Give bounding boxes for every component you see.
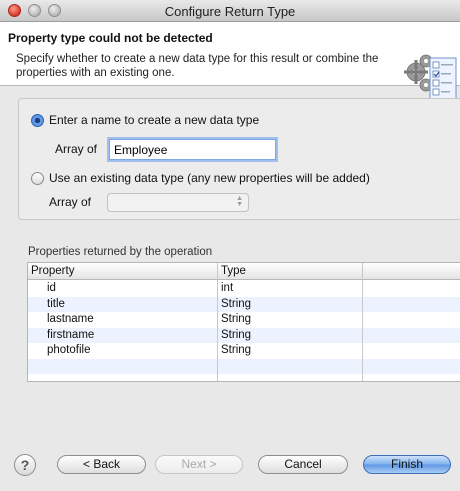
existing-type-select[interactable]: ▲ ▼ (107, 193, 249, 212)
type-cell: String (221, 344, 252, 356)
existing-type-label[interactable]: Use an existing data type (any new prope… (49, 171, 370, 185)
new-type-array-of-label: Array of (55, 142, 98, 156)
column-divider[interactable] (362, 263, 363, 381)
table-header: Property Type (28, 263, 460, 280)
title-bar: Configure Return Type (0, 0, 460, 22)
banner-description: Specify whether to create a new data typ… (16, 53, 379, 79)
updown-arrows-icon: ▲ ▼ (236, 195, 243, 208)
type-cell: String (221, 328, 252, 341)
banner-title: Property type could not be detected (8, 31, 213, 45)
new-type-radio[interactable] (31, 114, 44, 127)
property-cell: firstname (47, 328, 95, 341)
property-cell: lastname (47, 313, 94, 325)
properties-section-label: Properties returned by the operation (28, 246, 213, 258)
new-type-name-field[interactable] (109, 139, 276, 160)
column-header-property[interactable]: Property (31, 265, 74, 277)
column-header-type[interactable]: Type (221, 265, 246, 277)
header-banner: Property type could not be detected Spec… (0, 22, 460, 103)
cancel-button[interactable]: Cancel (258, 455, 348, 474)
finish-button[interactable]: Finish (363, 455, 451, 474)
property-cell: title (47, 297, 65, 310)
existing-type-radio[interactable] (31, 172, 44, 185)
property-cell: id (47, 282, 56, 294)
property-cell: photofile (47, 344, 91, 356)
table-row[interactable]: photofile String (28, 343, 460, 359)
help-button[interactable]: ? (14, 454, 36, 476)
existing-type-array-of-label: Array of (49, 195, 92, 209)
table-row[interactable]: lastname String (28, 312, 460, 328)
type-cell: String (221, 313, 252, 325)
type-cell: String (221, 297, 252, 310)
back-button[interactable]: < Back (57, 455, 146, 474)
table-row[interactable]: firstname String (28, 327, 460, 343)
wizard-gears-icon (402, 52, 458, 104)
empty-table-row (28, 358, 460, 374)
window-title: Configure Return Type (164, 4, 296, 19)
data-type-options-group: Enter a name to create a new data type A… (18, 98, 460, 220)
table-row[interactable]: id int (28, 281, 460, 297)
table-row[interactable]: title String (28, 296, 460, 312)
new-type-label[interactable]: Enter a name to create a new data type (49, 113, 259, 127)
next-button[interactable]: Next > (155, 455, 243, 474)
type-cell: int (221, 282, 234, 294)
column-divider[interactable] (217, 263, 218, 381)
properties-table[interactable]: Property Type id int title String lastna… (27, 262, 460, 382)
